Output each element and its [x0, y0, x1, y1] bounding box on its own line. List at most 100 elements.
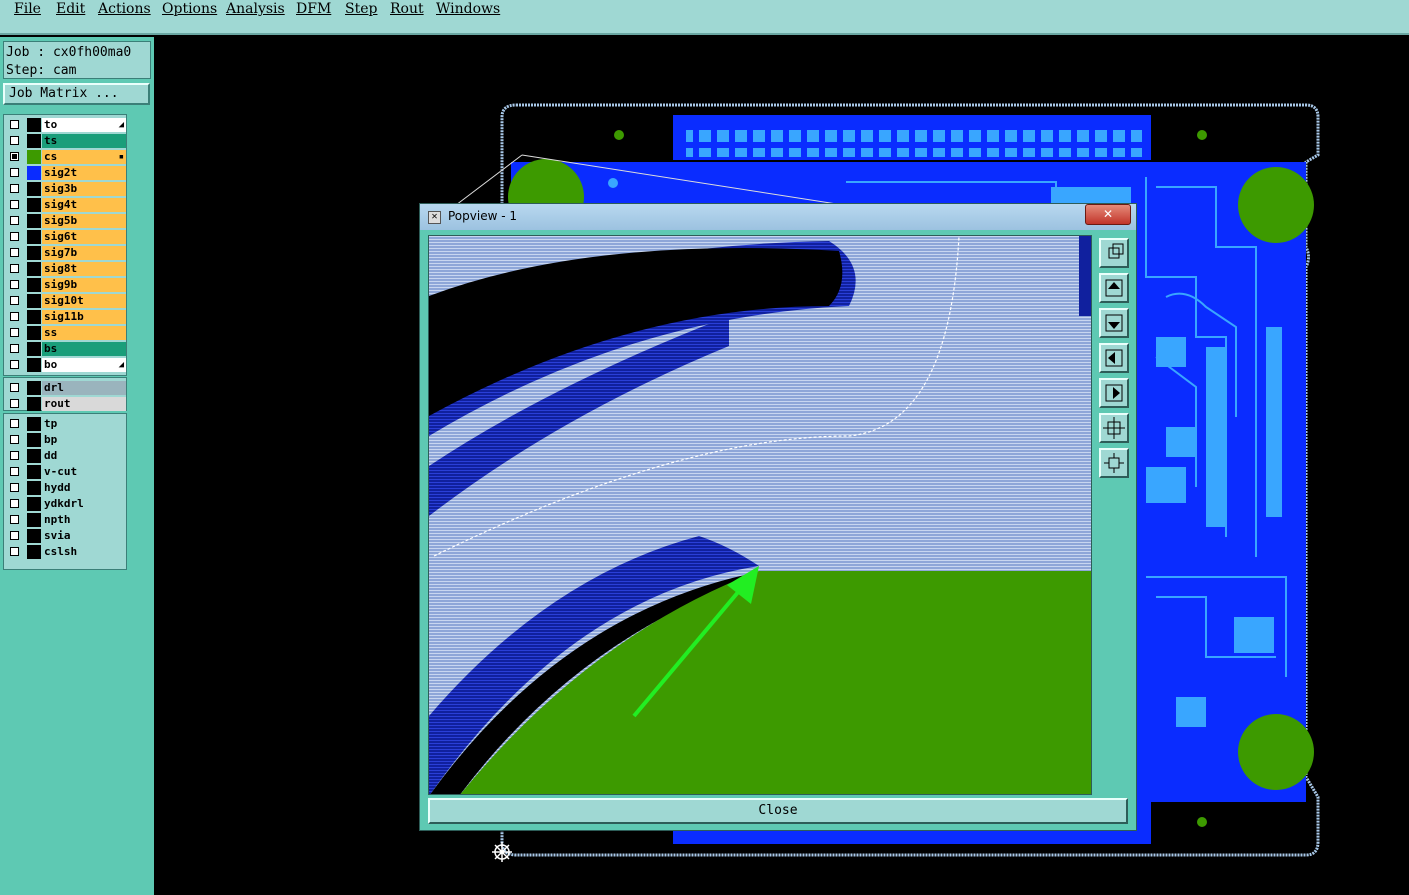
layer-checkbox[interactable]: [10, 383, 19, 392]
layer-checkbox[interactable]: [10, 216, 19, 225]
layer-checkbox[interactable]: [10, 232, 19, 241]
layer-checkbox[interactable]: [10, 264, 19, 273]
layer-checkbox[interactable]: [10, 168, 19, 177]
layer-checkbox[interactable]: [10, 136, 19, 145]
layer-color-swatch[interactable]: [27, 198, 41, 212]
layer-row-ss[interactable]: ss: [4, 325, 126, 341]
layer-name[interactable]: sig5b: [42, 214, 126, 228]
layer-name[interactable]: rout: [42, 397, 126, 411]
layer-checkbox[interactable]: [10, 312, 19, 321]
layer-row-sig9b[interactable]: sig9b: [4, 277, 126, 293]
layer-name[interactable]: cslsh: [42, 545, 126, 559]
layer-color-swatch[interactable]: [27, 481, 41, 495]
layer-color-swatch[interactable]: [27, 449, 41, 463]
zoom-out-icon[interactable]: [1099, 448, 1129, 478]
layer-color-swatch[interactable]: [27, 513, 41, 527]
layer-color-swatch[interactable]: [27, 465, 41, 479]
layer-name[interactable]: svia: [42, 529, 126, 543]
layer-row-cs[interactable]: cs ▪: [4, 149, 126, 165]
layer-color-swatch[interactable]: [27, 381, 41, 395]
job-matrix-button[interactable]: Job Matrix ...: [3, 83, 150, 105]
layer-color-swatch[interactable]: [27, 230, 41, 244]
layer-name[interactable]: dd: [42, 449, 126, 463]
layer-name[interactable]: bo ◢: [42, 358, 126, 372]
layer-color-swatch[interactable]: [27, 294, 41, 308]
layer-name[interactable]: npth: [42, 513, 126, 527]
layer-row-tp[interactable]: tp: [4, 416, 126, 432]
layer-row-bo[interactable]: bo ◢: [4, 357, 126, 373]
layer-checkbox[interactable]: [10, 483, 19, 492]
layer-row-sig8t[interactable]: sig8t: [4, 261, 126, 277]
layer-checkbox[interactable]: [10, 152, 19, 161]
layer-name[interactable]: cs ▪: [42, 150, 126, 164]
layer-color-swatch[interactable]: [27, 118, 41, 132]
layer-color-swatch[interactable]: [27, 246, 41, 260]
layer-row-npth[interactable]: npth: [4, 512, 126, 528]
menu-rout[interactable]: Rout: [390, 1, 424, 17]
layer-row-sig6t[interactable]: sig6t: [4, 229, 126, 245]
layer-name[interactable]: hydd: [42, 481, 126, 495]
layer-color-swatch[interactable]: [27, 397, 41, 411]
layer-checkbox[interactable]: [10, 515, 19, 524]
layer-color-swatch[interactable]: [27, 310, 41, 324]
layer-name[interactable]: drl: [42, 381, 126, 395]
zoom-fit-icon[interactable]: [1099, 238, 1129, 268]
layer-color-swatch[interactable]: [27, 342, 41, 356]
layer-name[interactable]: ss: [42, 326, 126, 340]
menu-dfm[interactable]: DFM: [296, 1, 331, 17]
layer-checkbox[interactable]: [10, 280, 19, 289]
layer-row-bs[interactable]: bs: [4, 341, 126, 357]
layer-color-swatch[interactable]: [27, 545, 41, 559]
layer-row-dd[interactable]: dd: [4, 448, 126, 464]
layer-row-sig4t[interactable]: sig4t: [4, 197, 126, 213]
layer-checkbox[interactable]: [10, 360, 19, 369]
layer-row-sig3b[interactable]: sig3b: [4, 181, 126, 197]
close-icon[interactable]: ✕: [1085, 204, 1131, 225]
layer-name[interactable]: sig4t: [42, 198, 126, 212]
layer-name[interactable]: sig7b: [42, 246, 126, 260]
layer-checkbox[interactable]: [10, 200, 19, 209]
layer-row-ts[interactable]: ts: [4, 133, 126, 149]
layer-color-swatch[interactable]: [27, 166, 41, 180]
layer-color-swatch[interactable]: [27, 134, 41, 148]
layer-name[interactable]: v-cut: [42, 465, 126, 479]
layer-color-swatch[interactable]: [27, 417, 41, 431]
layer-row-drl[interactable]: drl: [4, 380, 126, 396]
layer-checkbox[interactable]: [10, 451, 19, 460]
layer-row-sig2t[interactable]: sig2t: [4, 165, 126, 181]
menu-file[interactable]: File: [14, 1, 41, 17]
layer-color-swatch[interactable]: [27, 529, 41, 543]
layer-row-v-cut[interactable]: v-cut: [4, 464, 126, 480]
popview-window[interactable]: ✕ Popview - 1 ✕ Close: [419, 203, 1137, 831]
menu-step[interactable]: Step: [345, 1, 377, 17]
menu-edit[interactable]: Edit: [56, 1, 85, 17]
layer-checkbox[interactable]: [10, 399, 19, 408]
layer-row-bp[interactable]: bp: [4, 432, 126, 448]
layer-row-sig7b[interactable]: sig7b: [4, 245, 126, 261]
layer-name[interactable]: ydkdrl: [42, 497, 126, 511]
layer-name[interactable]: sig10t: [42, 294, 126, 308]
layer-row-sig5b[interactable]: sig5b: [4, 213, 126, 229]
layer-row-cslsh[interactable]: cslsh: [4, 544, 126, 560]
layer-name[interactable]: sig6t: [42, 230, 126, 244]
layer-name[interactable]: to ◢: [42, 118, 126, 132]
layer-color-swatch[interactable]: [27, 214, 41, 228]
pan-left-icon[interactable]: [1099, 343, 1129, 373]
layer-row-sig11b[interactable]: sig11b: [4, 309, 126, 325]
layer-color-swatch[interactable]: [27, 182, 41, 196]
menu-actions[interactable]: Actions: [98, 1, 151, 17]
layer-row-svia[interactable]: svia: [4, 528, 126, 544]
layer-name[interactable]: sig11b: [42, 310, 126, 324]
layer-name[interactable]: sig9b: [42, 278, 126, 292]
layer-name[interactable]: bs: [42, 342, 126, 356]
layer-row-to[interactable]: to ◢: [4, 117, 126, 133]
layer-color-swatch[interactable]: [27, 358, 41, 372]
layer-row-rout[interactable]: rout: [4, 396, 126, 412]
pan-down-icon[interactable]: [1099, 308, 1129, 338]
layer-name[interactable]: bp: [42, 433, 126, 447]
layer-checkbox[interactable]: [10, 344, 19, 353]
pan-right-icon[interactable]: [1099, 378, 1129, 408]
close-button[interactable]: Close: [428, 798, 1128, 824]
layer-color-swatch[interactable]: [27, 262, 41, 276]
layer-row-ydkdrl[interactable]: ydkdrl: [4, 496, 126, 512]
